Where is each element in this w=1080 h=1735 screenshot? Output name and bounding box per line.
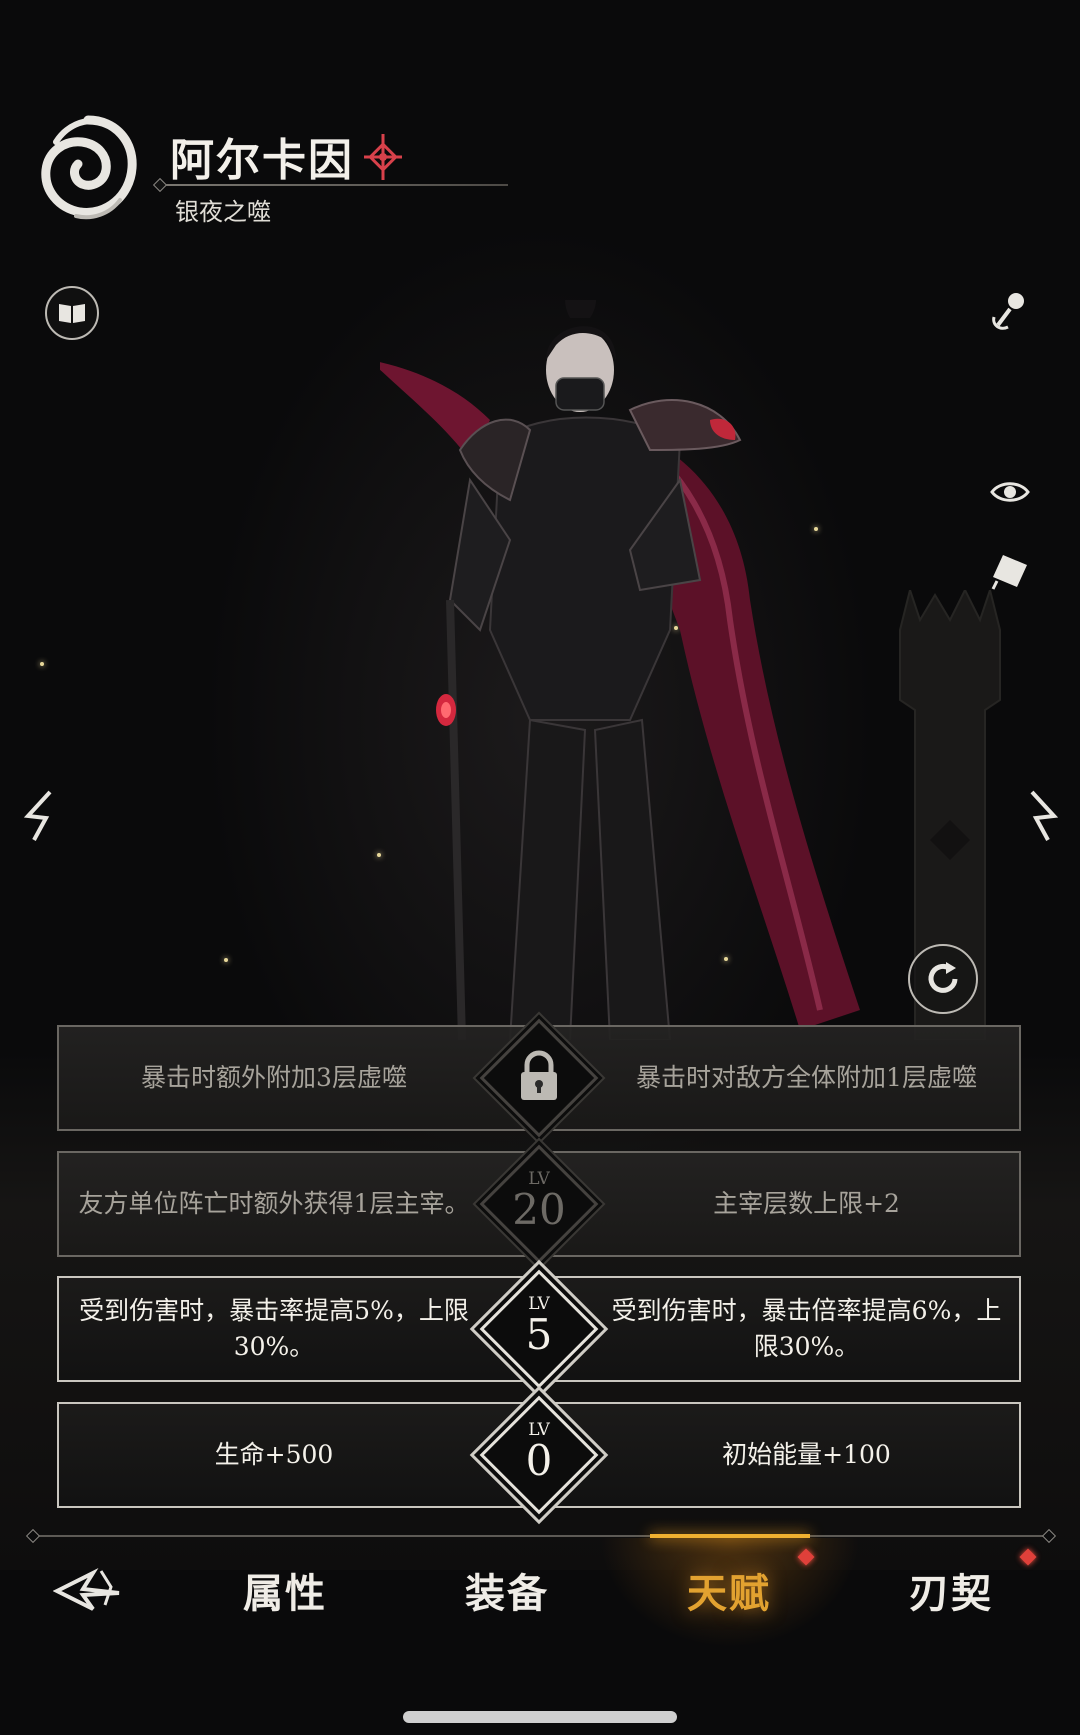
codex-button[interactable] [45, 286, 99, 340]
character-name: 阿尔卡因 [170, 135, 354, 186]
tab-blade-pact[interactable]: 刃契 [876, 1555, 1026, 1625]
level-value: 5 [525, 1310, 553, 1359]
tab-equipment[interactable]: 装备 [432, 1555, 582, 1625]
talent-option-left[interactable]: 友方单位阵亡时额外获得1层主宰。 [59, 1153, 489, 1255]
talent-option-left[interactable]: 暴击时额外附加3层虚噬 [59, 1027, 489, 1129]
rotate-icon [928, 962, 958, 993]
name-underline [158, 184, 508, 186]
talent-option-left[interactable]: 生命+500 [59, 1404, 489, 1506]
talent-option-left[interactable]: 受到伤害时，暴击率提高5%，上限30%。 [59, 1278, 489, 1380]
back-button[interactable] [50, 1560, 126, 1620]
rotate-model-button[interactable] [908, 944, 978, 1014]
spark [40, 662, 44, 666]
talent-option-right[interactable]: 受到伤害时，暴击倍率提高6%，上限30%。 [594, 1278, 1019, 1380]
eye-icon [990, 482, 1030, 502]
customize-button[interactable] [985, 286, 1035, 336]
next-character-button[interactable] [1024, 786, 1064, 846]
lock-icon [521, 1050, 557, 1100]
book-icon [59, 304, 85, 323]
prev-arrow-icon [23, 790, 52, 841]
level-value: 20 [512, 1185, 566, 1234]
talent-option-right[interactable]: 主宰层数上限+2 [594, 1153, 1019, 1255]
character-model [380, 300, 860, 1040]
red-knot-icon [364, 134, 402, 180]
next-arrow-icon [1030, 790, 1059, 841]
level-value: 0 [525, 1436, 553, 1485]
level-badge: LV 20 [479, 1144, 599, 1264]
back-icon [53, 1568, 120, 1611]
level-badge: LV 5 [479, 1269, 599, 1389]
level-badge: LV 0 [479, 1395, 599, 1515]
pin-icon [992, 293, 1024, 330]
locked-badge [479, 1018, 599, 1138]
view-toggle-button[interactable] [985, 472, 1035, 512]
talent-option-right[interactable]: 初始能量+100 [594, 1404, 1019, 1506]
prev-character-button[interactable] [18, 786, 58, 846]
spark [224, 958, 228, 962]
tab-attributes[interactable]: 属性 [210, 1555, 360, 1625]
tag-icon [991, 555, 1027, 590]
note-button[interactable] [985, 548, 1035, 594]
active-tab-indicator [650, 1534, 810, 1538]
tab-talents[interactable]: 天赋 [654, 1555, 804, 1625]
nav-divider [30, 1535, 1050, 1537]
home-indicator [403, 1711, 677, 1723]
talent-option-right[interactable]: 暴击时对敌方全体附加1层虚噬 [594, 1027, 1019, 1129]
swirl-emblem-icon [41, 115, 137, 220]
character-subtitle: 银夜之噬 [175, 198, 271, 226]
